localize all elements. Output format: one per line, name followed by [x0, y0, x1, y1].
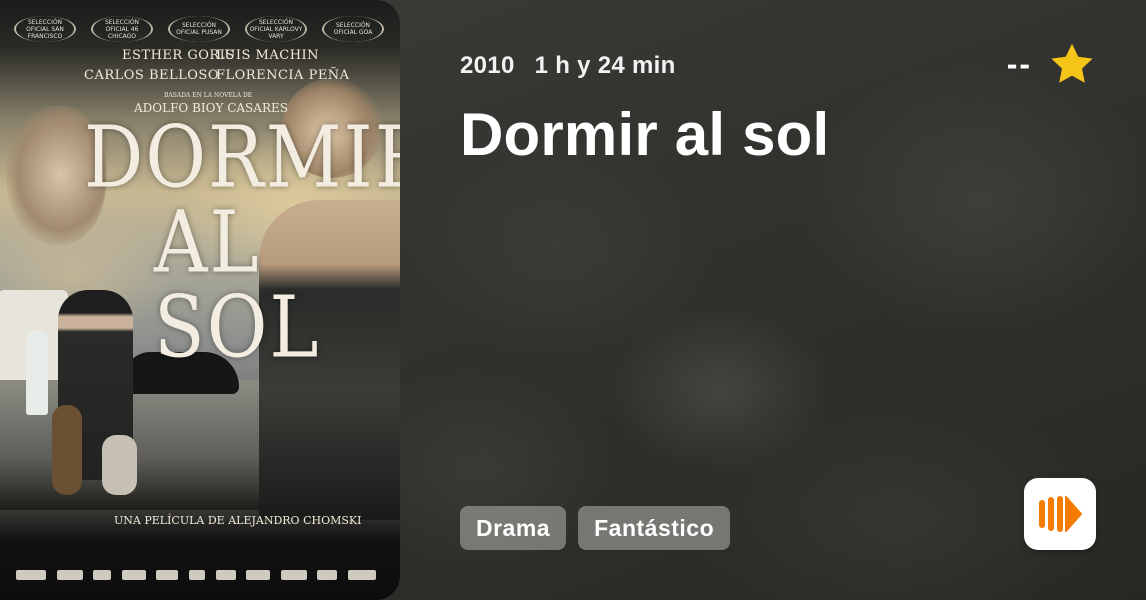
rating: -- — [1007, 40, 1096, 88]
genre-chip-drama[interactable]: Drama — [460, 506, 567, 550]
poster-title: DORMIR AL SOL — [84, 108, 400, 378]
poster-based-on: BASADA EN LA NOVELA DE — [164, 92, 253, 99]
poster-cast-name: LUIS MACHIN — [216, 48, 320, 63]
release-year: 2010 — [460, 52, 515, 79]
runtime: 1 h y 24 min — [534, 52, 676, 79]
movie-title: Dormir al sol — [460, 101, 830, 168]
movie-meta: 2010 1 h y 24 min — [460, 52, 676, 80]
star-icon — [1051, 43, 1093, 83]
poster-director: UNA PELÍCULA DE ALEJANDRO CHOMSKI — [114, 514, 362, 527]
festival-laurel: SELECCIÓN OFICIAL KARLOVY VARY — [245, 16, 307, 42]
festival-laurel: SELECCIÓN OFICIAL SAN FRANCISCO — [14, 16, 76, 42]
festival-laurel: SELECCIÓN OFICIAL 46 CHICAGO — [91, 16, 153, 42]
poster-dog — [102, 435, 137, 495]
play-button[interactable] — [1024, 478, 1096, 550]
festival-laurel: SELECCIÓN OFICIAL PUSAN — [168, 16, 230, 42]
poster-cast-name: CARLOS BELLOSO — [84, 68, 219, 83]
genre-list: Drama Fantástico — [460, 506, 731, 550]
rating-value: -- — [1006, 45, 1032, 82]
genre-chip-fantastico[interactable]: Fantástico — [578, 506, 731, 550]
play-stream-icon — [1039, 496, 1082, 532]
festival-laurels: SELECCIÓN OFICIAL SAN FRANCISCO SELECCIÓ… — [14, 16, 384, 42]
movie-poster: SELECCIÓN OFICIAL SAN FRANCISCO SELECCIÓ… — [0, 0, 400, 600]
poster-cast-name: FLORENCIA PEÑA — [216, 68, 350, 83]
festival-laurel: SELECCIÓN OFICIAL GOA — [322, 16, 384, 42]
poster-sponsor-logos — [16, 570, 376, 580]
poster-dog — [52, 405, 82, 495]
